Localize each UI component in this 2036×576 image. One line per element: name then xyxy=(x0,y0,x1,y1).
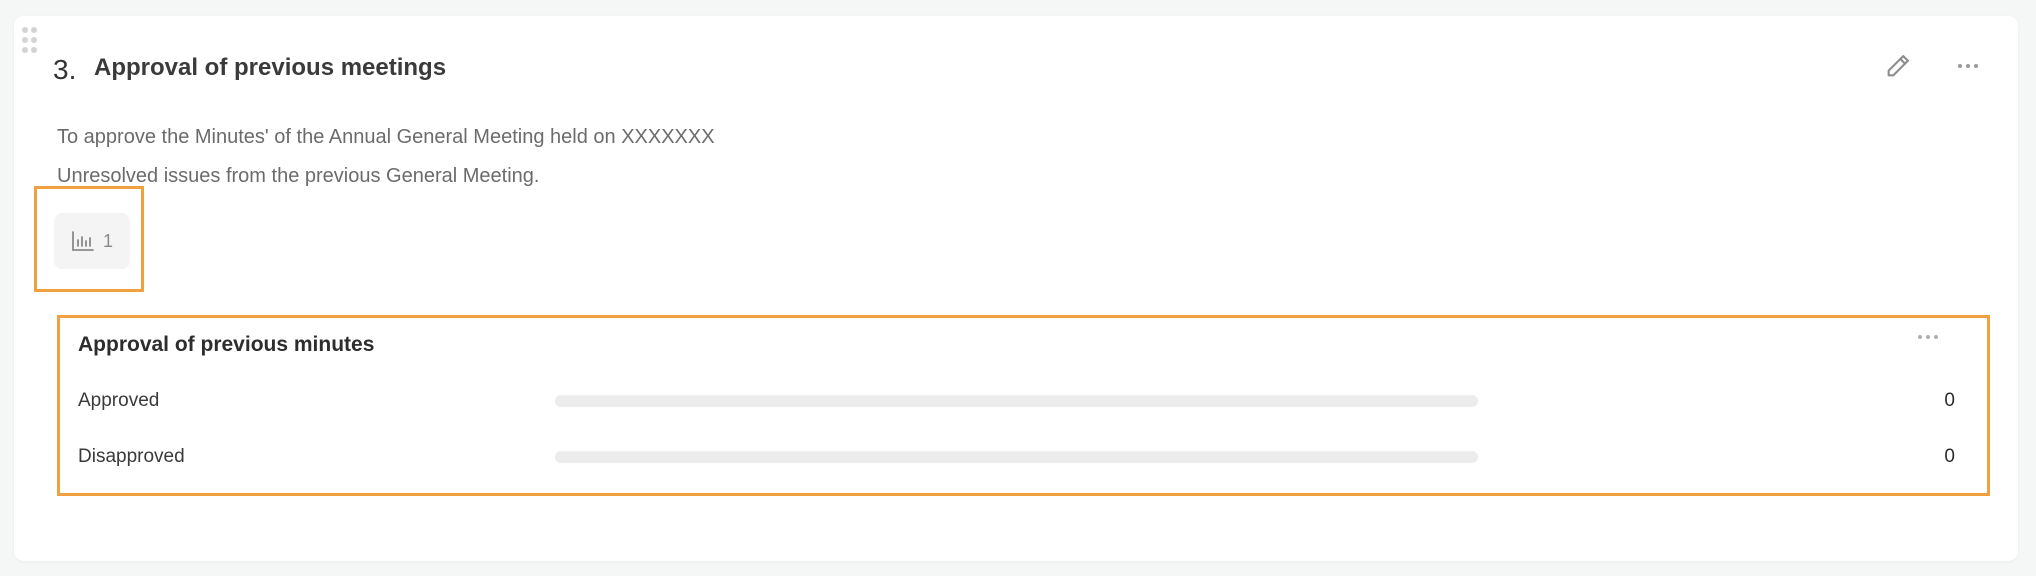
poll-title: Approval of previous minutes xyxy=(78,333,375,356)
more-horizontal-icon xyxy=(1958,64,1978,68)
agenda-item-number: 3. xyxy=(53,54,77,85)
poll-option-progress xyxy=(555,395,1478,407)
pencil-icon xyxy=(1887,55,1909,77)
bar-chart-icon xyxy=(72,231,94,251)
poll-count-badge[interactable]: 1 xyxy=(54,213,130,269)
poll-option-count: 0 xyxy=(1944,390,1955,411)
more-options-button[interactable] xyxy=(1952,54,1984,78)
more-horizontal-icon xyxy=(1918,335,1938,339)
description-line: To approve the Minutes' of the Annual Ge… xyxy=(57,126,715,148)
poll-more-button[interactable] xyxy=(1914,328,1942,346)
agenda-item-title: Approval of previous meetings xyxy=(94,54,447,81)
poll-option-progress xyxy=(555,451,1478,463)
poll-option-count: 0 xyxy=(1944,446,1955,467)
poll-count: 1 xyxy=(102,230,113,251)
poll-option-label: Approved xyxy=(78,390,160,411)
poll-option-label: Disapproved xyxy=(78,446,185,467)
drag-handle-icon[interactable] xyxy=(22,27,38,55)
edit-button[interactable] xyxy=(1882,50,1914,82)
